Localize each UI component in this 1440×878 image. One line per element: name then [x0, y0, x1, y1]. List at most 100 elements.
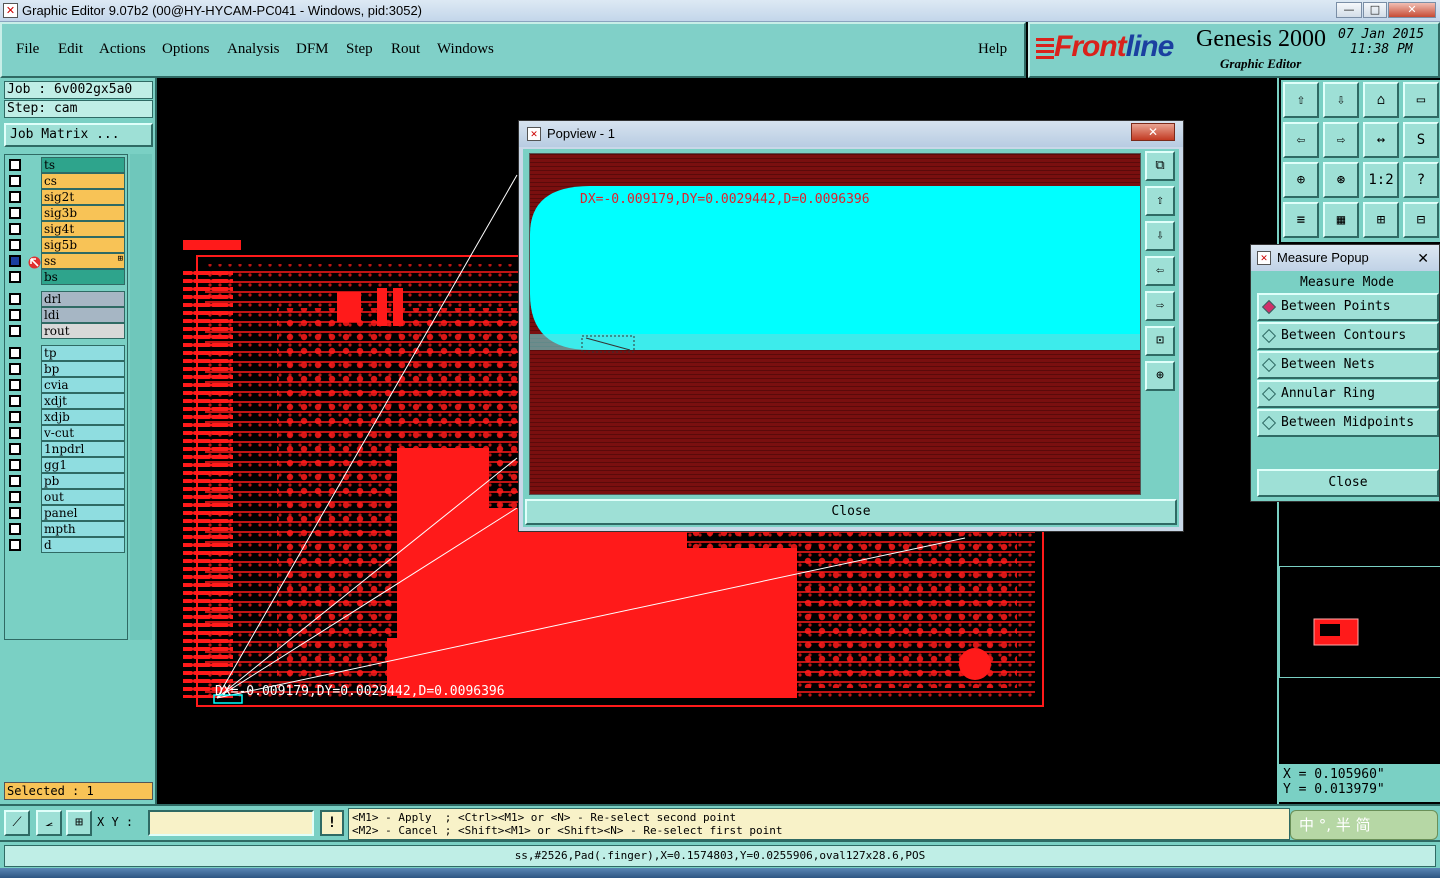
- layer-name[interactable]: mpth: [41, 521, 125, 537]
- layer-name[interactable]: 1npdrl: [41, 441, 125, 457]
- layer-name[interactable]: drl: [41, 291, 125, 307]
- layer-name[interactable]: sig2t: [41, 189, 125, 205]
- layer-name[interactable]: sig5b: [41, 237, 125, 253]
- layer-name[interactable]: d: [41, 537, 125, 553]
- layer-row[interactable]: ts: [7, 157, 125, 173]
- tool-options-icon[interactable]: ≡: [1283, 202, 1319, 238]
- layer-row[interactable]: rout: [7, 323, 125, 339]
- layer-row[interactable]: bp: [7, 361, 125, 377]
- tool-layers-b-icon[interactable]: ⊟: [1403, 202, 1439, 238]
- layer-display-checkbox[interactable]: [9, 191, 21, 203]
- layer-row[interactable]: mpth: [7, 521, 125, 537]
- layer-row[interactable]: sig2t: [7, 189, 125, 205]
- popview-canvas[interactable]: DX=-0.009179,DY=0.0029442,D=0.0096396: [529, 153, 1141, 495]
- layer-display-checkbox[interactable]: [9, 459, 21, 471]
- popview-tool-zoom-window-icon[interactable]: ⧉: [1145, 151, 1175, 181]
- layer-display-checkbox[interactable]: [9, 325, 21, 337]
- ime-indicator[interactable]: 中 °, 半 简: [1290, 810, 1438, 840]
- layer-name[interactable]: ts: [41, 157, 125, 173]
- menu-analysis[interactable]: Analysis: [227, 41, 280, 58]
- minimize-button[interactable]: —: [1336, 2, 1362, 18]
- layer-display-checkbox[interactable]: [9, 175, 21, 187]
- measure-popup-close-icon[interactable]: ✕: [1417, 245, 1429, 271]
- layer-row[interactable]: sig4t: [7, 221, 125, 237]
- layer-row[interactable]: sig5b: [7, 237, 125, 253]
- execute-button[interactable]: !: [320, 810, 344, 836]
- tool-up-icon[interactable]: ⇧: [1283, 82, 1319, 118]
- tool-fit-icon[interactable]: ⊕: [1283, 162, 1319, 198]
- layer-display-checkbox[interactable]: [9, 443, 21, 455]
- layer-row[interactable]: ss ⊞: [7, 253, 125, 269]
- layer-name[interactable]: gg1: [41, 457, 125, 473]
- cmd-measure-icon[interactable]: ⦟: [36, 810, 62, 836]
- maximize-button[interactable]: □: [1363, 2, 1387, 18]
- layer-row[interactable]: out: [7, 489, 125, 505]
- layer-row[interactable]: pb: [7, 473, 125, 489]
- layer-display-checkbox[interactable]: [9, 271, 21, 283]
- layer-row[interactable]: gg1: [7, 457, 125, 473]
- layer-display-checkbox[interactable]: [9, 379, 21, 391]
- layer-display-checkbox[interactable]: [9, 411, 21, 423]
- layer-display-checkbox[interactable]: [9, 255, 21, 267]
- layer-row[interactable]: d: [7, 537, 125, 553]
- menu-help[interactable]: Help: [978, 41, 1007, 58]
- layer-row[interactable]: xdjt: [7, 393, 125, 409]
- layer-name[interactable]: bp: [41, 361, 125, 377]
- measure-option[interactable]: Between Points: [1257, 293, 1439, 321]
- layer-name[interactable]: v-cut: [41, 425, 125, 441]
- measure-option[interactable]: Between Midpoints: [1257, 409, 1439, 437]
- tool-home-icon[interactable]: ⌂: [1363, 82, 1399, 118]
- measure-option[interactable]: Annular Ring: [1257, 380, 1439, 408]
- popview-tool-zoom-icon[interactable]: ⊕: [1145, 361, 1175, 391]
- layer-display-checkbox[interactable]: [9, 293, 21, 305]
- tool-center-icon[interactable]: ⊛: [1323, 162, 1359, 198]
- layer-row[interactable]: ldi: [7, 307, 125, 323]
- layer-row[interactable]: xdjb: [7, 409, 125, 425]
- popview-close-button[interactable]: Close: [525, 499, 1177, 525]
- popview-tool-fit-icon[interactable]: ⊡: [1145, 326, 1175, 356]
- menu-dfm[interactable]: DFM: [296, 41, 329, 58]
- measure-option[interactable]: Between Nets: [1257, 351, 1439, 379]
- layer-name[interactable]: ss: [41, 253, 125, 269]
- layer-display-checkbox[interactable]: [9, 239, 21, 251]
- layer-name[interactable]: xdjb: [41, 409, 125, 425]
- layer-display-checkbox[interactable]: [9, 309, 21, 321]
- layer-row[interactable]: bs: [7, 269, 125, 285]
- layer-display-checkbox[interactable]: [9, 159, 21, 171]
- job-matrix-button[interactable]: Job Matrix ...: [4, 123, 153, 147]
- layer-name[interactable]: out: [41, 489, 125, 505]
- tool-scale-icon[interactable]: 1:2: [1363, 162, 1399, 198]
- tool-s-curve-icon[interactable]: S: [1403, 122, 1439, 158]
- layer-row[interactable]: 1npdrl: [7, 441, 125, 457]
- layer-name[interactable]: tp: [41, 345, 125, 361]
- tool-window-icon[interactable]: ▭: [1403, 82, 1439, 118]
- tool-grid-icon[interactable]: ▦: [1323, 202, 1359, 238]
- xy-input[interactable]: [148, 810, 314, 836]
- layer-display-checkbox[interactable]: [9, 347, 21, 359]
- tool-left-icon[interactable]: ⇦: [1283, 122, 1319, 158]
- menu-rout[interactable]: Rout: [391, 41, 420, 58]
- tool-layers-a-icon[interactable]: ⊞: [1363, 202, 1399, 238]
- measure-option[interactable]: Between Contours: [1257, 322, 1439, 350]
- layer-name[interactable]: sig4t: [41, 221, 125, 237]
- tool-right-icon[interactable]: ⇨: [1323, 122, 1359, 158]
- layer-display-checkbox[interactable]: [9, 491, 21, 503]
- layer-display-checkbox[interactable]: [9, 475, 21, 487]
- layer-name[interactable]: pb: [41, 473, 125, 489]
- measure-close-button[interactable]: Close: [1257, 469, 1439, 497]
- popview-close-icon[interactable]: ✕: [1131, 123, 1175, 141]
- menu-step[interactable]: Step: [346, 41, 373, 58]
- tool-down-icon[interactable]: ⇩: [1323, 82, 1359, 118]
- layer-name[interactable]: rout: [41, 323, 125, 339]
- layer-list-scrollbar[interactable]: [130, 154, 152, 640]
- menu-actions[interactable]: Actions: [99, 41, 146, 58]
- menu-windows[interactable]: Windows: [437, 41, 494, 58]
- window-close-button[interactable]: ✕: [1388, 2, 1436, 18]
- popview-tool-left-icon[interactable]: ⇦: [1145, 256, 1175, 286]
- layer-row[interactable]: cvia: [7, 377, 125, 393]
- popview-tool-right-icon[interactable]: ⇨: [1145, 291, 1175, 321]
- layer-display-checkbox[interactable]: [9, 539, 21, 551]
- overview-map[interactable]: [1279, 566, 1440, 678]
- layer-name[interactable]: bs: [41, 269, 125, 285]
- layer-display-checkbox[interactable]: [9, 507, 21, 519]
